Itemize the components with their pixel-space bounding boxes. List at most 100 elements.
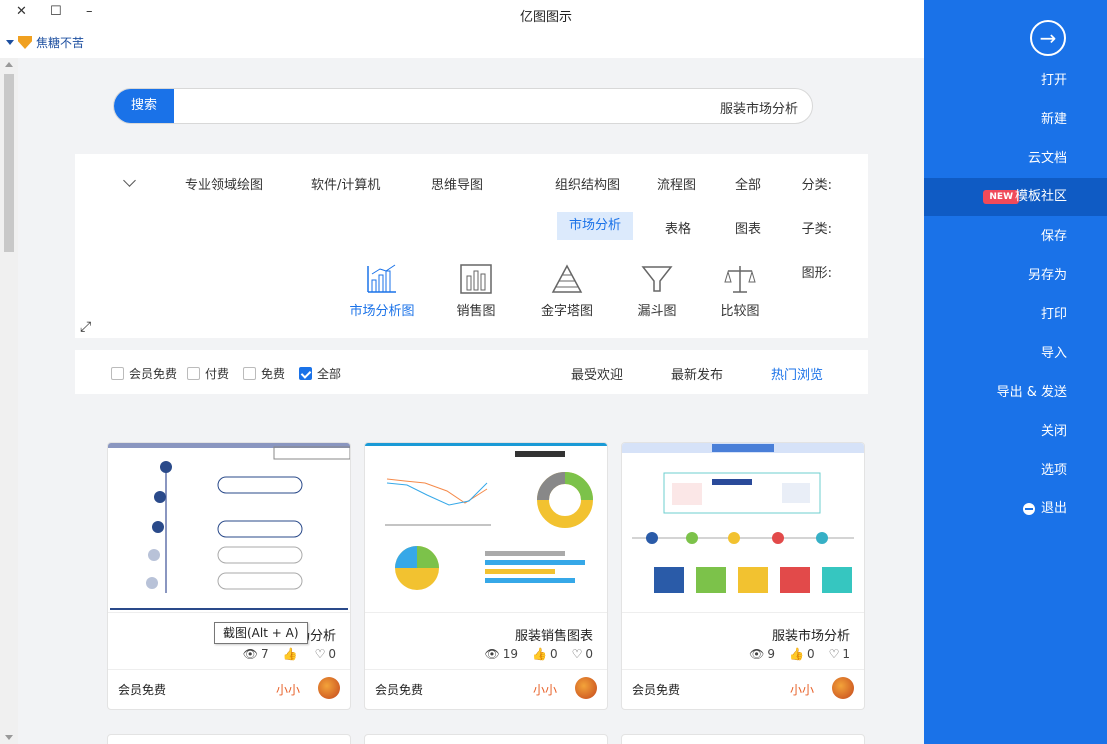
vertical-scrollbar[interactable] [0,58,18,744]
template-card[interactable] [621,734,865,744]
template-card[interactable] [364,734,608,744]
favorite-count[interactable]: ♡ 0 [315,647,336,661]
sidebar-item-label: 关闭 [1040,424,1067,439]
template-card[interactable]: 服装销售图表 👁 19 👍 0 ♡ 0 小小 会员免费 [364,442,608,710]
checkbox-icon [111,367,124,380]
sidebar-item-cloud-docs[interactable]: 云文档 [924,140,1107,178]
author-name[interactable]: 小小 [533,681,557,698]
maximize-window-button[interactable]: ☐ [50,4,62,19]
heart-icon: ♡ [314,647,326,661]
figure-sales[interactable]: 销售图 [441,262,511,332]
sidebar-item-exit[interactable]: 退出 [924,490,1107,528]
subcategory-chart[interactable]: 图表 [735,218,761,237]
sidebar-item-close[interactable]: 关闭 [924,413,1107,451]
figure-market-analysis[interactable]: 市场分析图 [347,262,417,332]
category-org-chart[interactable]: 组织结构图 [555,174,620,193]
filter-all-label: 全部 [317,367,342,381]
template-title[interactable]: 服装市场分析 [772,625,850,644]
divider [622,669,864,670]
author-name[interactable]: 小小 [276,681,300,698]
template-card[interactable]: 服装市场分析 👁 9 👍 0 ♡ 1 小小 会员免费 [621,442,865,710]
sidebar-item-save[interactable]: 保存 [924,218,1107,256]
search-input[interactable]: 服装市场分析 [720,98,798,117]
expand-categories-chevron-icon[interactable] [123,174,136,187]
search-button[interactable]: 搜索 [114,89,174,123]
favorite-count[interactable]: ♡ 0 [572,647,593,661]
fullscreen-expand-icon[interactable]: ⤢ [80,319,91,335]
back-arrow-icon[interactable]: → [1030,20,1066,56]
template-card[interactable]: 装饰市场分析 👁7 👍 ♡0 小小 会员免费 [107,442,351,710]
category-flowchart[interactable]: 流程图 [657,174,696,193]
template-thumbnail [365,443,607,613]
thumbs-up-icon: 👍 [532,647,547,661]
figure-pyramid-label: 金字塔图 [540,304,593,319]
filter-paid-label: 付费 [205,367,230,381]
like-count[interactable]: 👍 0 [789,647,815,661]
filter-all-checkbox[interactable]: 全部 [299,365,341,382]
close-window-button[interactable]: ✕ [16,4,27,19]
sidebar-item-options[interactable]: 选项 [924,452,1107,490]
template-thumbnail [108,443,350,613]
like-count[interactable]: 👍 0 [532,647,558,661]
vip-badge-icon [18,36,32,49]
sidebar-item-label: 新建 [1040,112,1067,127]
scroll-up-arrow-icon[interactable] [5,62,13,67]
sort-bar: 热门浏览 最新发布 最受欢迎 全部 免费 付费 会员免费 [75,350,868,394]
sort-latest[interactable]: 最新发布 [671,364,723,383]
favorite-count[interactable]: ♡ 1 [829,647,850,661]
exit-icon [1023,503,1035,515]
filter-paid-checkbox[interactable]: 付费 [187,365,229,382]
minimize-window-button[interactable]: – [86,4,93,19]
category-all[interactable]: 全部 [735,174,761,193]
sort-hot[interactable]: 热门浏览 [771,364,823,383]
view-count: 👁 7 [242,647,269,661]
subcategory-table[interactable]: 表格 [665,218,691,237]
view-count: 👁 19 [484,647,518,661]
filter-member-free-checkbox[interactable]: 会员免费 [111,365,177,382]
sidebar-item-template-community[interactable]: NEW 模板社区 [924,178,1107,216]
template-card[interactable] [107,734,351,744]
author-avatar[interactable] [832,677,854,699]
sidebar-item-save-as[interactable]: 另存为 [924,257,1107,295]
category-professional[interactable]: 专业领域绘图 [185,174,263,193]
filter-free-checkbox[interactable]: 免费 [243,365,285,382]
sidebar-item-label: 打印 [1040,307,1067,322]
sidebar-item-label: 保存 [1040,229,1067,244]
category-mindmap[interactable]: 思维导图 [431,174,483,193]
author-avatar[interactable] [575,677,597,699]
sidebar-item-open[interactable]: 打开 [924,62,1107,100]
search-bar[interactable]: 搜索 服装市场分析 [113,88,813,124]
figure-sales-label: 销售图 [456,304,496,319]
sidebar-item-export-send[interactable]: 导出 & 发送 [924,374,1107,412]
figure-label: 图形: [801,266,832,281]
template-stats: 👁 7 👍 ♡ 0 [243,647,336,661]
category-software[interactable]: 软件/计算机 [311,174,380,193]
sort-popular[interactable]: 最受欢迎 [571,364,623,383]
price-tier: 会员免费 [375,683,424,697]
sidebar-item-import[interactable]: 导入 [924,335,1107,373]
template-title[interactable]: 服装销售图表 [515,625,593,644]
like-count[interactable]: 👍 [283,647,301,661]
caret-down-icon [6,40,14,45]
figure-pyramid[interactable]: 金字塔图 [532,262,602,332]
sidebar-item-label: 云文档 [1027,151,1067,166]
eye-icon: 👁 [749,647,765,661]
sidebar-item-print[interactable]: 打印 [924,296,1107,334]
title-bar: ✕ ☐ – 亿图图示 焦糖不苦 [0,0,924,58]
scroll-down-arrow-icon[interactable] [5,735,13,740]
price-tier: 会员免费 [118,683,167,697]
user-menu[interactable]: 焦糖不苦 [6,34,84,51]
eye-icon: 👁 [484,647,500,661]
subcategory-market-analysis[interactable]: 市场分析 [557,212,633,240]
filter-panel: 分类: 全部 流程图 组织结构图 思维导图 软件/计算机 专业领域绘图 子类: … [75,154,868,338]
sidebar-item-new[interactable]: 新建 [924,101,1107,139]
author-name[interactable]: 小小 [790,681,814,698]
divider [108,669,350,670]
sidebar-item-label: 打开 [1040,73,1067,88]
author-avatar[interactable] [318,677,340,699]
figure-funnel[interactable]: 漏斗图 [622,262,692,332]
template-thumbnail [622,443,864,613]
scrollbar-thumb[interactable] [4,74,14,252]
eye-icon: 👁 [242,647,258,661]
figure-compare[interactable]: 比较图 [705,262,775,332]
